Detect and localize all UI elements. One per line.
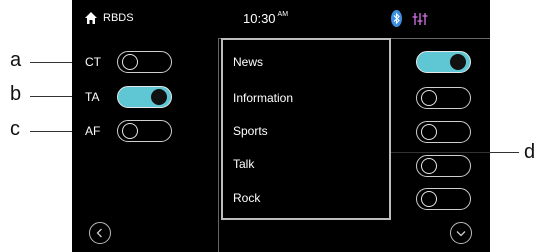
- af-toggle[interactable]: [117, 120, 172, 142]
- talk-toggle-knob: [421, 157, 437, 174]
- panel-divider: [218, 38, 219, 252]
- ta-label: TA: [85, 90, 100, 104]
- equalizer-icon[interactable]: [412, 12, 428, 26]
- callout-d: d: [524, 141, 536, 163]
- clock-time: 10:30: [243, 11, 276, 26]
- news-toggle[interactable]: [416, 51, 471, 73]
- information-toggle-knob: [421, 89, 437, 106]
- rock-toggle-knob: [421, 190, 437, 207]
- af-toggle-knob: [122, 122, 138, 139]
- home-icon[interactable]: [84, 11, 98, 25]
- information-toggle[interactable]: [416, 87, 471, 109]
- chevron-down-icon: [456, 231, 466, 237]
- clock: 10:30 AM: [243, 11, 288, 26]
- callout-d-line: [391, 152, 519, 153]
- callout-c: c: [10, 118, 20, 140]
- af-label: AF: [85, 124, 101, 138]
- chevron-left-icon: [96, 228, 102, 238]
- ct-toggle[interactable]: [117, 51, 172, 73]
- ta-toggle-knob: [151, 88, 167, 105]
- scroll-down-button[interactable]: [450, 222, 472, 244]
- callout-a: a: [10, 49, 22, 71]
- app-title: RBDS: [103, 12, 134, 24]
- back-button[interactable]: [89, 222, 111, 244]
- sports-toggle-knob: [421, 123, 437, 140]
- rock-toggle[interactable]: [416, 188, 471, 210]
- ta-toggle[interactable]: [117, 86, 172, 108]
- news-toggle-knob: [450, 53, 466, 70]
- status-bar: RBDS 10:30 AM: [72, 0, 490, 38]
- ct-label: CT: [85, 55, 101, 69]
- talk-toggle[interactable]: [416, 155, 471, 177]
- callout-b: b: [10, 83, 22, 105]
- ct-toggle-knob: [122, 53, 138, 70]
- bluetooth-icon: [391, 10, 402, 27]
- clock-ampm: AM: [277, 11, 289, 18]
- genre-list-highlight: [221, 38, 391, 220]
- sports-toggle[interactable]: [416, 121, 471, 143]
